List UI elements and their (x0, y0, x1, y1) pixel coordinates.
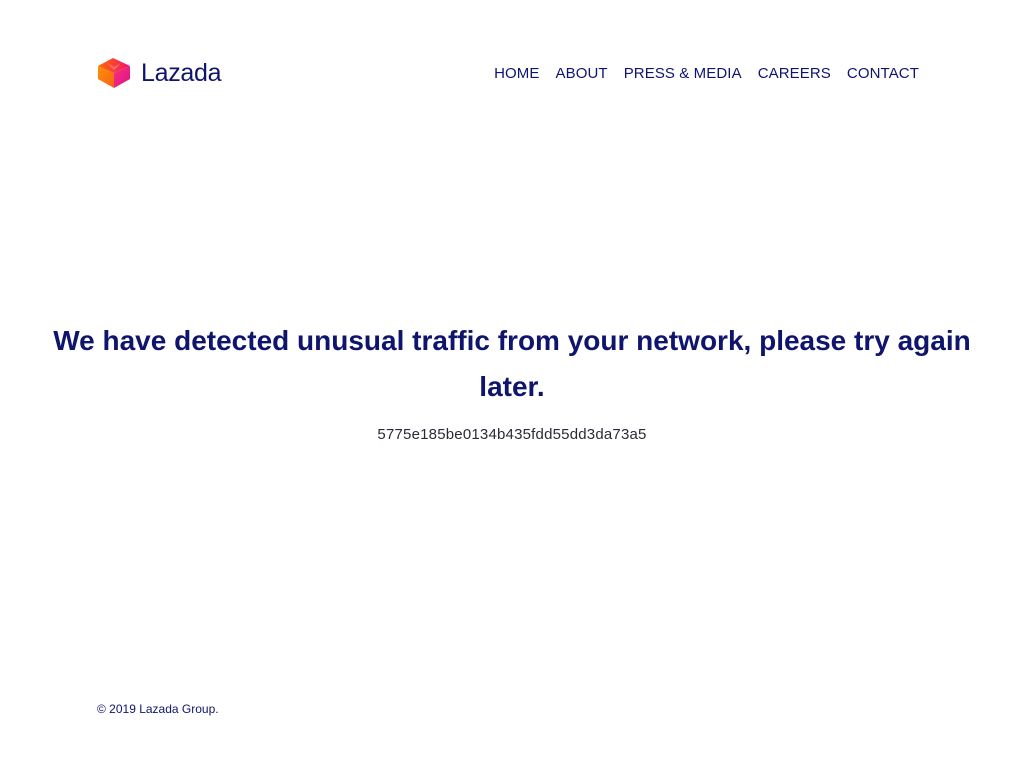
brand-name: Lazada (141, 58, 222, 87)
nav-item-careers[interactable]: CAREERS (758, 65, 831, 82)
site-footer: © 2019 Lazada Group. (97, 702, 219, 716)
trace-id: 5775e185be0134b435fdd55dd3da73a5 (377, 426, 647, 443)
error-headline: We have detected unusual traffic from yo… (53, 325, 971, 402)
nav-item-contact[interactable]: CONTACT (847, 65, 919, 82)
copyright-text: © 2019 Lazada Group. (97, 702, 219, 716)
brand-logo-link[interactable]: Lazada (97, 58, 222, 88)
page: Lazada HOME ABOUT PRESS & MEDIA CAREERS … (0, 0, 1024, 768)
site-header: Lazada HOME ABOUT PRESS & MEDIA CAREERS … (97, 56, 919, 90)
nav-item-home[interactable]: HOME (494, 65, 539, 82)
main-nav: HOME ABOUT PRESS & MEDIA CAREERS CONTACT (494, 65, 919, 82)
lazada-heart-icon (98, 58, 130, 88)
main-content: We have detected unusual traffic from yo… (0, 318, 1024, 443)
nav-item-press-media[interactable]: PRESS & MEDIA (624, 65, 742, 82)
nav-item-about[interactable]: ABOUT (556, 65, 608, 82)
